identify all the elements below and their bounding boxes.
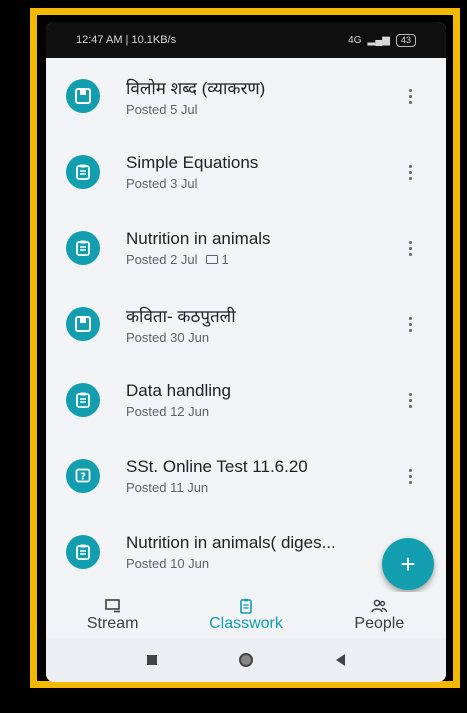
status-icons: 4G ▂▄▆ 43 [348,33,416,47]
assignment-icon [66,231,100,265]
assignment-icon [66,383,100,417]
item-title: Data handling [126,381,231,400]
item-posted-date: Posted 12 Jun [126,404,210,419]
material-icon [66,79,100,113]
tab-stream-label: Stream [86,614,139,632]
network-indicator: 4G [348,34,362,46]
more-options-icon[interactable] [400,388,420,412]
tab-classwork-label: Classwork [209,614,283,632]
comment-count: 1 [221,252,229,267]
list-item[interactable]: Nutrition in animals Posted 2 Jul 1 [46,210,446,286]
back-icon[interactable] [335,654,345,666]
people-icon [371,599,388,612]
phone-screen: 12:47 AM | 10.1KB/s 4G ▂▄▆ 43 विलोम शब्द… [46,22,446,682]
item-posted-date: Posted 5 Jul [126,101,198,117]
item-posted-date: Posted 11 Jun [126,480,209,495]
more-options-icon[interactable] [400,464,420,488]
list-item[interactable]: Data handling Posted 12 Jun [46,362,446,438]
assignment-icon [66,535,100,569]
material-icon [66,307,100,341]
more-options-icon[interactable] [400,312,420,336]
list-item[interactable]: विलोम शब्द (व्याकरण) Posted 5 Jul [46,58,446,134]
list-item[interactable]: ? SSt. Online Test 11.6.20 Posted 11 Jun [46,438,446,514]
status-time: 12:47 AM | 10.1KB/s [76,34,177,46]
item-title: Simple Equations [126,153,259,172]
item-posted-date: Posted 30 Jun [126,329,210,345]
item-title: कविता- कठपुतली [126,306,236,326]
classwork-icon [240,598,252,614]
list-item[interactable]: कविता- कठपुतली Posted 30 Jun [46,286,446,362]
svg-text:?: ? [80,472,86,483]
question-icon: ? [66,459,100,493]
item-posted-date: Posted 3 Jul [126,176,198,191]
tab-stream[interactable]: Stream [53,598,173,633]
item-posted-date: Posted 2 Jul [126,252,198,267]
more-options-icon[interactable] [400,84,420,108]
item-title: विलोम शब्द (व्याकरण) [126,78,266,98]
status-bar: 12:47 AM | 10.1KB/s 4G ▂▄▆ 43 [46,22,446,58]
tab-people-label: People [354,614,405,632]
more-options-icon[interactable] [400,236,420,260]
more-options-icon[interactable] [400,160,420,184]
tab-people[interactable]: People [319,598,439,633]
item-posted-date: Posted 10 Jun [126,556,210,571]
stream-icon [104,598,120,612]
battery-icon: 43 [395,33,416,47]
classwork-list: विलोम शब्द (व्याकरण) Posted 5 Jul Simple… [46,58,446,590]
item-title: Nutrition in animals [126,229,271,248]
tab-classwork[interactable]: Classwork [186,598,306,633]
bottom-navigation: Stream Classwork People [46,592,446,638]
create-fab-button[interactable]: + [382,538,434,590]
item-title: SSt. Online Test 11.6.20 [126,457,308,476]
signal-icon: ▂▄▆ [367,34,390,46]
list-item[interactable]: Simple Equations Posted 3 Jul [46,134,446,210]
assignment-icon [66,155,100,189]
comment-icon [205,255,218,264]
home-icon[interactable] [239,653,254,667]
system-navigation-bar [46,638,446,682]
item-title: Nutrition in animals( diges... [126,533,336,552]
recents-icon[interactable] [147,655,158,665]
